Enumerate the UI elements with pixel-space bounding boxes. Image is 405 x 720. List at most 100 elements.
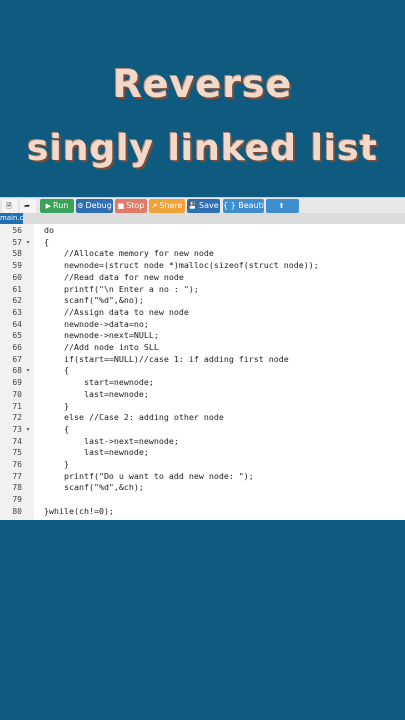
- code-text: //Allocate memory for new node: [44, 248, 214, 259]
- code-line[interactable]: 81: [0, 518, 405, 521]
- code-text: newnode->data=no;: [44, 318, 149, 329]
- code-line[interactable]: 75 last=newnode;: [0, 447, 405, 459]
- editor-toolbar: 🗎➦▶Run⚙Debug■Stop↗Share💾Save{ } Beautify…: [0, 197, 405, 214]
- share-icon: ↗: [151, 202, 158, 210]
- line-number: 77: [12, 471, 22, 481]
- code-line[interactable]: 70 last=newnode;: [0, 389, 405, 401]
- line-number: 72: [12, 413, 22, 423]
- code-text: else //Case 2: adding other node: [44, 412, 224, 423]
- code-line[interactable]: 61 printf("\n Enter a no : ");: [0, 284, 405, 296]
- tab-main-c[interactable]: main.c: [0, 213, 24, 224]
- title-line-2: singly linked list: [27, 128, 378, 169]
- share-button[interactable]: ↗ Share: [149, 199, 185, 213]
- code-line[interactable]: 79: [0, 494, 405, 506]
- share-alt-icon: ➦: [24, 202, 30, 210]
- code-line[interactable]: 58 //Allocate memory for new node: [0, 248, 405, 260]
- download-button[interactable]: ⬆: [266, 199, 299, 213]
- line-number: 56: [12, 226, 22, 235]
- line-number: 59: [12, 261, 22, 271]
- line-number: 66: [12, 343, 22, 352]
- line-number: 69: [12, 378, 22, 388]
- save-button[interactable]: 💾 Save: [187, 199, 220, 213]
- code-text: scanf("%d",&ch);: [44, 482, 144, 493]
- debug-button[interactable]: ⚙ Debug: [76, 199, 113, 213]
- stop-icon: ■: [117, 202, 125, 210]
- code-text: //Assign data to new node: [44, 306, 189, 317]
- code-text: }: [44, 400, 69, 411]
- fork-button[interactable]: ➦: [20, 199, 36, 213]
- code-text: last=newnode;: [44, 447, 149, 458]
- code-line[interactable]: 77 printf("Do u want to add new node: ")…: [0, 471, 405, 483]
- code-line[interactable]: 72 else //Case 2: adding other node: [0, 412, 405, 424]
- line-number: 74: [12, 436, 22, 446]
- code-line[interactable]: 59 newnode=(struct node *)malloc(sizeof(…: [0, 260, 405, 272]
- fold-arrow-icon[interactable]: ▾: [24, 424, 32, 436]
- line-number: 65: [12, 331, 22, 341]
- run-button[interactable]: ▶ Run: [40, 199, 74, 213]
- debug-label: Debug: [85, 201, 112, 210]
- line-number: 71: [12, 401, 22, 411]
- code-line[interactable]: 76 }: [0, 459, 405, 471]
- code-line[interactable]: 66 //Add node into SLL: [0, 342, 405, 354]
- code-line[interactable]: 57 ▾ {: [0, 237, 405, 249]
- line-number: 67: [12, 354, 22, 364]
- code-text: //Add node into SLL: [44, 342, 159, 352]
- download-icon: ⬆: [278, 202, 285, 210]
- code-line[interactable]: 60 //Read data for new node: [0, 272, 405, 284]
- code-text: scanf("%d",&no);: [44, 295, 144, 306]
- code-line[interactable]: 78 scanf("%d",&ch);: [0, 482, 405, 494]
- fold-arrow-icon[interactable]: ▾: [24, 365, 32, 377]
- code-editor[interactable]: 56 do 57 ▾{58 //Allocate memory for new nod…: [0, 224, 405, 520]
- code-line[interactable]: 80}while(ch!=0);: [0, 506, 405, 518]
- title-line-1: Reverse: [112, 62, 293, 106]
- stop-button[interactable]: ■ Stop: [115, 199, 147, 213]
- code-line[interactable]: 68 ▾ {: [0, 365, 405, 377]
- code-text: if(start==NULL)//case 1: if adding first…: [44, 353, 289, 364]
- code-text: newnode=(struct node *)malloc(sizeof(str…: [44, 260, 319, 271]
- code-text: do: [44, 225, 54, 235]
- play-icon: ▶: [45, 202, 52, 210]
- fold-arrow-icon[interactable]: ▾: [24, 237, 32, 249]
- code-line[interactable]: 62 scanf("%d",&no);: [0, 295, 405, 307]
- code-line[interactable]: 64 newnode->data=no;: [0, 319, 405, 331]
- save-label: Save: [199, 201, 219, 210]
- code-text: last=newnode;: [44, 388, 149, 399]
- file-icon: 🗎: [6, 202, 12, 210]
- code-text: //Read data for new node: [44, 271, 184, 282]
- line-number: 81: [0, 518, 22, 521]
- code-text: {: [44, 236, 49, 247]
- line-number: 68: [12, 366, 22, 376]
- new-file-button[interactable]: 🗎: [2, 199, 18, 213]
- beautify-button[interactable]: { } Beautify: [223, 199, 264, 213]
- line-number: 63: [12, 307, 22, 317]
- line-number: 78: [12, 483, 22, 493]
- code-line[interactable]: 56 do: [0, 225, 405, 237]
- code-text: }while(ch!=0);: [44, 505, 114, 516]
- code-line[interactable]: 69 start=newnode;: [0, 377, 405, 389]
- code-text: {: [44, 365, 69, 376]
- code-line[interactable]: 65 newnode->next=NULL;: [0, 330, 405, 342]
- line-number: 76: [12, 460, 22, 469]
- code-text: printf("\n Enter a no : ");: [44, 283, 199, 294]
- code-text: }: [44, 459, 69, 469]
- code-line[interactable]: 67 if(start==NULL)//case 1: if adding fi…: [0, 354, 405, 366]
- line-number: 62: [12, 296, 22, 306]
- line-number: 58: [12, 249, 22, 259]
- run-label: Run: [53, 201, 69, 210]
- debug-icon: ⚙: [77, 202, 84, 210]
- code-text: start=newnode;: [44, 377, 154, 388]
- line-number: 75: [12, 448, 22, 458]
- stop-label: Stop: [126, 201, 145, 210]
- code-line[interactable]: 63 //Assign data to new node: [0, 307, 405, 319]
- line-number: 64: [12, 319, 22, 329]
- line-number: 73: [12, 424, 22, 434]
- line-number: 79: [12, 495, 22, 505]
- code-line[interactable]: 73 ▾ {: [0, 424, 405, 436]
- beautify-label: { } Beautify: [223, 201, 264, 210]
- line-number: 57: [12, 237, 22, 247]
- code-line[interactable]: 74 last->next=newnode;: [0, 436, 405, 448]
- code-line[interactable]: 71 }: [0, 401, 405, 413]
- line-number: 70: [12, 389, 22, 399]
- code-text: newnode->next=NULL;: [44, 330, 159, 341]
- save-icon: 💾: [188, 202, 198, 210]
